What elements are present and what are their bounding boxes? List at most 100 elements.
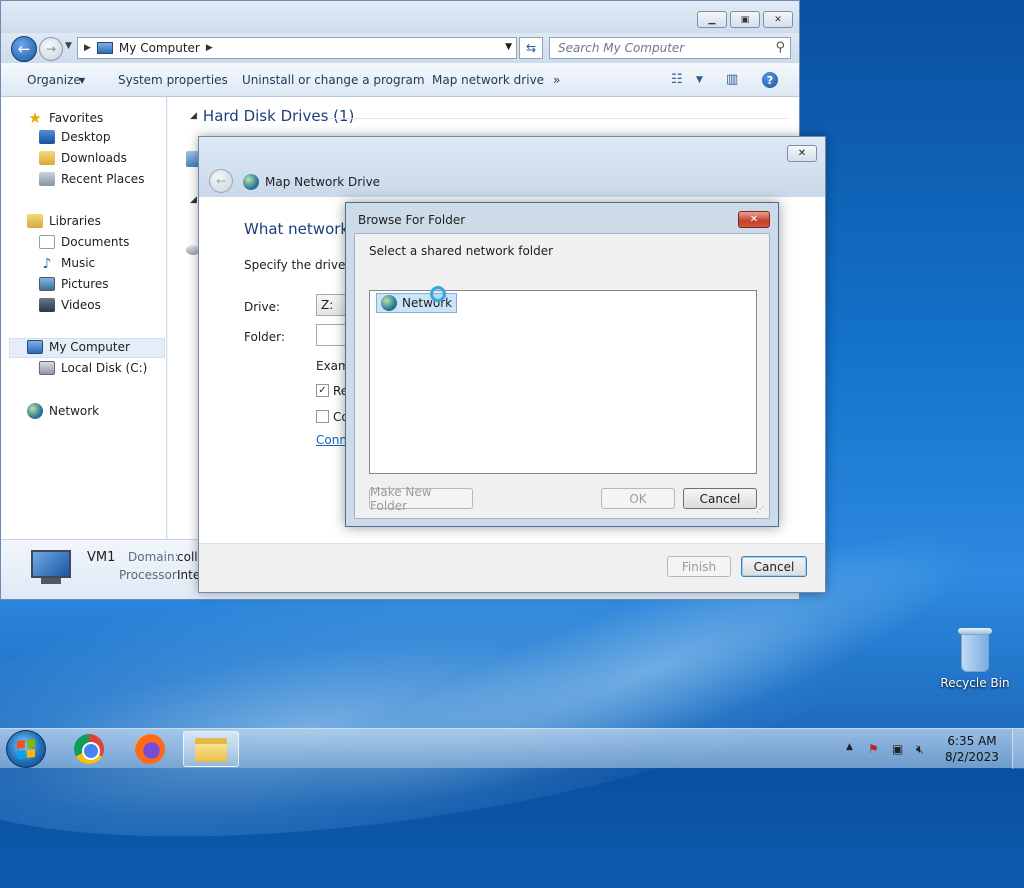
dialog-client-area: Select a shared network folder Network M… — [354, 233, 770, 519]
connect-website-link[interactable]: Conn — [316, 433, 347, 447]
organize-button[interactable]: Organize — [27, 73, 81, 87]
taskbar-explorer[interactable] — [183, 731, 239, 767]
libraries-icon — [27, 214, 43, 228]
taskbar-firefox[interactable] — [122, 731, 178, 767]
dialog-title: Browse For Folder — [358, 213, 466, 227]
recycle-bin-icon — [958, 628, 992, 672]
preview-pane-icon[interactable]: ▥ — [726, 72, 738, 87]
nav-recent-places[interactable]: Recent Places — [39, 172, 144, 186]
close-button[interactable]: ✕ — [787, 145, 817, 162]
nav-favorites[interactable]: ★ Favorites — [27, 109, 103, 127]
make-new-folder-button[interactable]: Make New Folder — [369, 485, 473, 513]
group-header-hard-disk[interactable]: ◢ Hard Disk Drives (1) — [190, 107, 354, 125]
network-status-icon[interactable]: ▣ — [892, 742, 903, 756]
finish-button[interactable]: Finish — [667, 556, 731, 577]
clock[interactable]: 6:35 AM 8/2/2023 — [932, 733, 1012, 765]
volume-muted-icon[interactable]: 🔇︎ — [916, 742, 924, 757]
nav-pictures[interactable]: Pictures — [39, 277, 109, 291]
nav-videos[interactable]: Videos — [39, 298, 101, 312]
nav-label: Music — [61, 256, 96, 270]
computer-icon — [27, 340, 43, 354]
nav-label: Videos — [61, 298, 101, 312]
show-desktop-button[interactable] — [1012, 729, 1024, 769]
back-button[interactable]: ← — [11, 36, 37, 62]
credentials-checkbox[interactable] — [316, 410, 329, 423]
refresh-button[interactable]: ⇆ — [519, 37, 543, 59]
chevron-right-icon[interactable]: ▶ — [206, 43, 213, 53]
forward-button[interactable]: → — [39, 37, 63, 61]
chevron-down-icon: ◢ — [190, 195, 197, 205]
address-text: My Computer — [118, 41, 200, 55]
show-hidden-icons-icon[interactable]: ▲ — [846, 742, 853, 752]
music-icon: ♪ — [42, 256, 52, 272]
nav-desktop[interactable]: Desktop — [39, 130, 111, 144]
group-divider — [328, 118, 788, 119]
address-bar[interactable]: ▶ My Computer ▶ ▼ — [77, 37, 517, 59]
recycle-bin-shortcut[interactable]: Recycle Bin — [940, 628, 1010, 690]
close-button[interactable]: ✕ — [738, 211, 770, 228]
nav-my-computer[interactable]: My Computer — [27, 340, 130, 354]
dialog-footer: Finish Cancel — [199, 543, 825, 592]
desktop-icon — [39, 130, 55, 144]
recent-places-icon — [39, 172, 55, 186]
folder-tree[interactable]: Network — [369, 290, 757, 474]
windows-logo-icon — [17, 739, 35, 759]
close-button[interactable]: ✕ — [763, 11, 793, 28]
nav-label: Desktop — [61, 130, 111, 144]
navigation-pane: ★ Favorites Desktop Downloads Recent Pla… — [1, 97, 167, 539]
chevron-down-icon[interactable]: ▼ — [505, 42, 512, 52]
cancel-button[interactable]: Cancel — [741, 556, 807, 577]
chrome-icon — [74, 734, 104, 764]
busy-cursor-icon — [430, 286, 446, 302]
back-button[interactable]: ← — [209, 169, 233, 193]
firefox-icon — [135, 734, 165, 764]
ok-button[interactable]: OK — [601, 488, 675, 509]
computer-icon — [96, 42, 113, 54]
start-button[interactable] — [6, 730, 46, 768]
maximize-button[interactable]: ▣ — [730, 11, 760, 28]
nav-label: Downloads — [61, 151, 127, 165]
nav-label: Local Disk (C:) — [61, 361, 148, 375]
browse-for-folder-dialog: Browse For Folder ✕ Select a shared netw… — [345, 202, 779, 527]
nav-label: Network — [49, 404, 100, 418]
folder-icon — [195, 736, 227, 762]
dialog-title-text: Map Network Drive — [265, 175, 381, 189]
nav-music[interactable]: ♪ Music — [39, 256, 96, 272]
nav-label: Favorites — [49, 111, 104, 125]
search-placeholder: Search My Computer — [558, 41, 685, 55]
view-options-icon[interactable]: ☷ — [671, 72, 683, 87]
hard-drive-icon — [39, 361, 55, 375]
cancel-button[interactable]: Cancel — [683, 488, 757, 509]
chevron-right-icon: ▶ — [84, 43, 91, 53]
caption-buttons: ▁ ▣ ✕ — [697, 11, 793, 28]
recent-pages-dropdown-icon[interactable]: ▼ — [65, 41, 72, 51]
taskbar-chrome[interactable] — [61, 731, 117, 767]
uninstall-program-button[interactable]: Uninstall or change a program — [242, 73, 425, 87]
downloads-icon — [39, 151, 55, 165]
dialog-header: ✕ ← Map Network Drive — [199, 137, 825, 197]
address-row: ← → ▼ ▶ My Computer ▶ ▼ ⇆ Search My Comp… — [1, 33, 799, 63]
system-properties-button[interactable]: System properties — [118, 73, 228, 87]
nav-label: Pictures — [61, 277, 109, 291]
nav-network[interactable]: Network — [27, 403, 99, 419]
help-icon[interactable]: ? — [762, 72, 778, 88]
map-network-drive-button[interactable]: Map network drive — [432, 73, 544, 87]
clock-date: 8/2/2023 — [945, 750, 999, 764]
explorer-titlebar[interactable] — [1, 1, 799, 33]
chevron-down-icon[interactable]: ▼ — [696, 75, 703, 85]
action-center-icon[interactable]: ⚑ — [868, 742, 879, 756]
nav-downloads[interactable]: Downloads — [39, 151, 127, 165]
nav-local-disk[interactable]: Local Disk (C:) — [39, 361, 147, 375]
nav-documents[interactable]: Documents — [39, 235, 129, 249]
minimize-button[interactable]: ▁ — [697, 11, 727, 28]
resize-grip-icon[interactable]: ⋰ — [756, 505, 766, 515]
nav-libraries[interactable]: Libraries — [27, 214, 101, 228]
more-commands-button[interactable]: » — [553, 73, 560, 87]
folder-label: Folder: — [244, 330, 285, 344]
dialog-title: Map Network Drive — [243, 174, 380, 190]
search-icon[interactable]: ⚲ — [775, 40, 785, 55]
reconnect-checkbox[interactable]: ✓ — [316, 384, 329, 397]
processor-label: Processor: — [119, 568, 181, 582]
nav-label: Libraries — [49, 214, 101, 228]
search-input[interactable]: Search My Computer ⚲ — [549, 37, 791, 59]
